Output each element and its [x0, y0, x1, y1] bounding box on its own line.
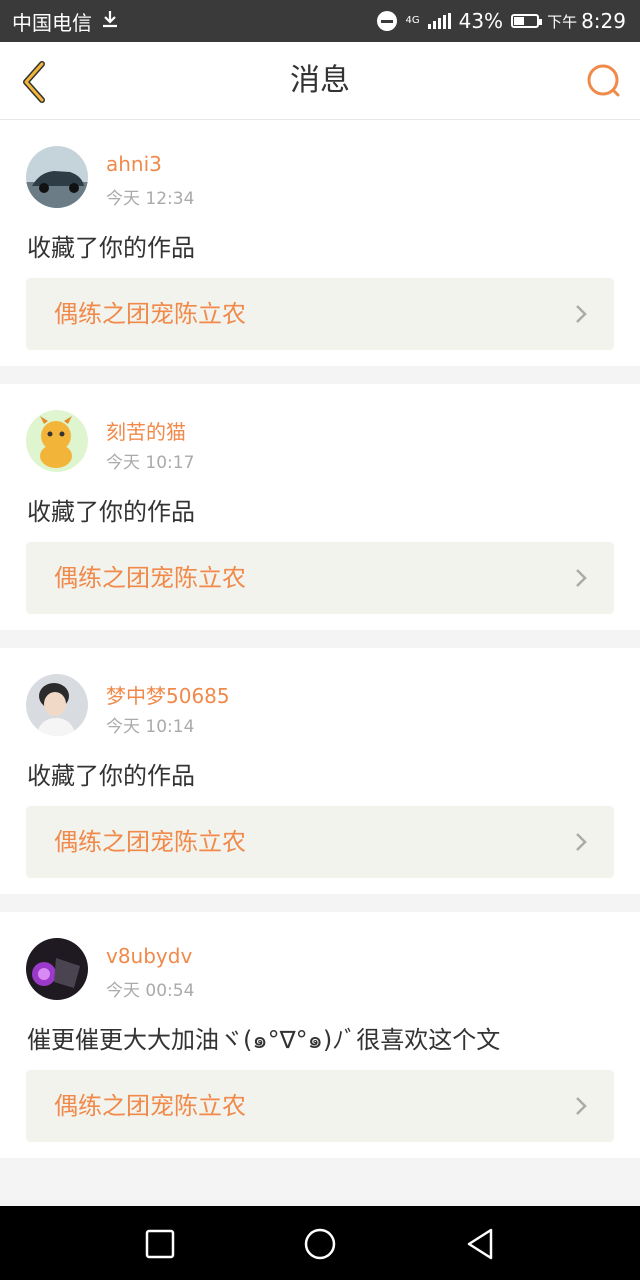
work-title: 偶练之团宠陈立农: [54, 1092, 246, 1120]
do-not-disturb-icon: [377, 11, 398, 31]
carrier-label: 中国电信: [12, 10, 92, 35]
work-title: 偶练之团宠陈立农: [54, 300, 246, 328]
work-link[interactable]: 偶练之团宠陈立农: [26, 1070, 614, 1142]
search-icon: [587, 64, 620, 97]
status-bar: 中国电信 4G 43% 下午 8:29: [0, 0, 640, 42]
username[interactable]: 梦中梦50685: [106, 680, 230, 709]
back-nav-button[interactable]: [462, 1226, 498, 1262]
message-card: v8ubydv 今天 00:54 催更催更大大加油ヾ(๑°∇°๑)ﾉﾞ很喜欢这个…: [0, 912, 640, 1158]
recents-button[interactable]: [142, 1226, 178, 1262]
page-title: 消息: [290, 63, 350, 98]
username[interactable]: v8ubydv: [106, 944, 192, 968]
dark-purple-avatar-image: [26, 938, 88, 1000]
top-app-bar: 消息: [0, 42, 640, 120]
circle-icon: [304, 1228, 336, 1260]
message-card: 刻苦的猫 今天 10:17 收藏了你的作品 偶练之团宠陈立农: [0, 384, 640, 630]
work-title: 偶练之团宠陈立农: [54, 828, 246, 856]
avatar[interactable]: [26, 410, 88, 472]
time-ampm: 下午: [547, 12, 578, 31]
work-title: 偶练之团宠陈立农: [54, 564, 246, 592]
network-type: 4G: [405, 15, 420, 26]
avatar[interactable]: [26, 938, 88, 1000]
chevron-right-icon: [576, 569, 587, 587]
message-text: 收藏了你的作品: [27, 498, 195, 526]
message-time: 今天 10:14: [106, 717, 195, 737]
work-link[interactable]: 偶练之团宠陈立农: [26, 542, 614, 614]
message-card: 梦中梦50685 今天 10:14 收藏了你的作品 偶练之团宠陈立农: [0, 648, 640, 894]
username[interactable]: ahni3: [106, 152, 162, 176]
battery-icon: [511, 14, 543, 28]
avatar[interactable]: [26, 674, 88, 736]
work-link[interactable]: 偶练之团宠陈立农: [26, 806, 614, 878]
download-icon: [100, 9, 120, 34]
battery-percent: 43%: [458, 9, 504, 33]
triangle-back-icon: [467, 1228, 493, 1260]
message-list: ahni3 今天 12:34 收藏了你的作品 偶练之团宠陈立农 刻苦的猫 今天 …: [0, 120, 640, 1176]
chevron-right-icon: [576, 1097, 587, 1115]
person-avatar-image: [26, 674, 88, 736]
username[interactable]: 刻苦的猫: [106, 416, 186, 445]
message-time: 今天 00:54: [106, 981, 195, 1001]
message-text: 催更催更大大加油ヾ(๑°∇°๑)ﾉﾞ很喜欢这个文: [27, 1026, 501, 1054]
message-time: 今天 10:17: [106, 453, 195, 473]
system-navigation-bar: [0, 1206, 640, 1280]
chevron-right-icon: [576, 305, 587, 323]
chevron-right-icon: [576, 833, 587, 851]
home-button[interactable]: [302, 1226, 338, 1262]
avatar[interactable]: [26, 146, 88, 208]
search-button[interactable]: [584, 62, 624, 102]
square-icon: [145, 1229, 175, 1259]
work-link[interactable]: 偶练之团宠陈立农: [26, 278, 614, 350]
message-text: 收藏了你的作品: [27, 234, 195, 262]
message-card: ahni3 今天 12:34 收藏了你的作品 偶练之团宠陈立农: [0, 120, 640, 366]
clock: 8:29: [581, 9, 626, 33]
car-avatar-image: [26, 146, 88, 208]
signal-icon: [427, 13, 451, 29]
message-time: 今天 12:34: [106, 189, 195, 209]
message-text: 收藏了你的作品: [27, 762, 195, 790]
cartoon-animal-avatar-image: [26, 410, 88, 472]
